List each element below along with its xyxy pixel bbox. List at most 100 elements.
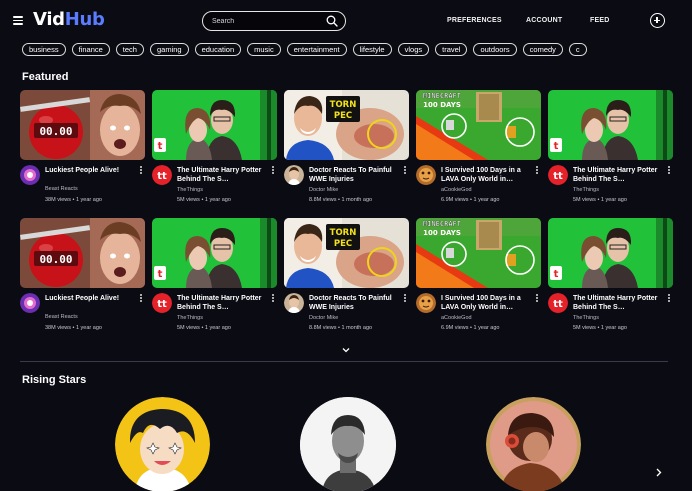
category-chip-comedy[interactable]: comedy — [522, 43, 563, 56]
channel-name[interactable]: TheThings — [573, 315, 599, 321]
kebab-icon[interactable] — [271, 166, 275, 176]
video-thumbnail[interactable]: MINECRAFT 100 DAYS — [416, 90, 541, 160]
kebab-icon[interactable] — [667, 166, 671, 176]
channel-avatar[interactable]: tt — [152, 293, 172, 313]
video-title[interactable]: The Ultimate Harry Potter Behind The S… — [177, 294, 269, 312]
channel-avatar[interactable]: tt — [548, 165, 568, 185]
video-card[interactable]: MINECRAFT 100 DAYS I Survived 100 Days i… — [416, 218, 541, 338]
video-thumbnail[interactable]: t — [548, 90, 673, 160]
channel-avatar[interactable]: tt — [548, 293, 568, 313]
category-chip-finance[interactable]: finance — [71, 43, 110, 56]
channel-name[interactable]: TheThings — [177, 315, 203, 321]
category-chip-c[interactable]: c — [568, 43, 587, 56]
svg-text:t: t — [554, 141, 559, 152]
channel-avatar[interactable] — [416, 165, 436, 185]
channel-avatar[interactable] — [416, 293, 436, 313]
category-chip-business[interactable]: business — [22, 43, 66, 56]
video-thumbnail[interactable]: t — [152, 218, 277, 288]
search-input[interactable] — [212, 14, 322, 28]
video-thumbnail[interactable]: t — [152, 90, 277, 160]
category-chip-music[interactable]: music — [247, 43, 281, 56]
channel-avatar[interactable] — [20, 165, 40, 185]
video-meta: 6.9M views • 1 year ago — [441, 197, 500, 203]
category-chip-gaming[interactable]: gaming — [149, 43, 189, 56]
thumb-badge-line1: TORN — [330, 228, 357, 238]
kebab-icon[interactable] — [403, 166, 407, 176]
video-meta: 38M views • 1 year ago — [45, 325, 102, 331]
video-title[interactable]: Luckiest People Alive! — [45, 294, 137, 303]
creator-avatar-lofi-girl[interactable] — [486, 397, 581, 491]
chevron-down-icon[interactable] — [341, 346, 351, 354]
kebab-icon[interactable] — [535, 166, 539, 176]
plus-circle-icon[interactable] — [650, 13, 665, 28]
video-title[interactable]: Doctor Reacts To Painful WWE Injuries — [309, 166, 401, 184]
video-meta: 38M views • 1 year ago — [45, 197, 102, 203]
video-thumbnail[interactable]: 00.00 — [20, 218, 145, 288]
channel-name[interactable]: Beast Reacts — [45, 314, 78, 320]
video-card[interactable]: MINECRAFT 100 DAYS I Survived 100 Days i… — [416, 90, 541, 210]
thumb-days-text: 100 DAYS — [423, 229, 461, 237]
video-card[interactable]: 00.00 Luckiest People Alive! Beast React… — [20, 90, 145, 210]
kebab-icon[interactable] — [139, 294, 143, 304]
video-card[interactable]: TORN PEC Doctor Reacts To Painful WWE In… — [284, 218, 409, 338]
channel-name[interactable]: Doctor Mike — [309, 187, 338, 193]
nav-feed[interactable]: FEED — [590, 17, 609, 24]
video-card[interactable]: 00.00 Luckiest People Alive! Beast React… — [20, 218, 145, 338]
channel-avatar[interactable] — [284, 165, 304, 185]
video-meta: 5M views • 1 year ago — [177, 197, 231, 203]
video-title[interactable]: Luckiest People Alive! — [45, 166, 137, 175]
video-thumbnail[interactable]: t — [548, 218, 673, 288]
video-card[interactable]: t tt The Ultimate Harry Potter Behind Th… — [152, 90, 277, 210]
video-card[interactable]: t tt The Ultimate Harry Potter Behind Th… — [152, 218, 277, 338]
nav-account[interactable]: ACCOUNT — [526, 17, 562, 24]
top-bar: VidHub PREFERENCES ACCOUNT FEED — [0, 0, 692, 40]
kebab-icon[interactable] — [403, 294, 407, 304]
channel-name[interactable]: TheThings — [573, 187, 599, 193]
video-card[interactable]: t tt The Ultimate Harry Potter Behind Th… — [548, 90, 673, 210]
video-title[interactable]: I Survived 100 Days in a LAVA Only World… — [441, 166, 533, 184]
svg-text:t: t — [554, 269, 559, 280]
hamburger-menu-icon[interactable] — [13, 16, 23, 25]
category-chip-travel[interactable]: travel — [435, 43, 468, 56]
featured-title: Featured — [22, 71, 69, 83]
category-chip-tech[interactable]: tech — [115, 43, 144, 56]
video-title[interactable]: The Ultimate Harry Potter Behind The S… — [177, 166, 269, 184]
video-card[interactable]: TORN PEC Doctor Reacts To Painful WWE In… — [284, 90, 409, 210]
category-chip-lifestyle[interactable]: lifestyle — [352, 43, 392, 56]
channel-avatar[interactable] — [284, 293, 304, 313]
nav-preferences[interactable]: PREFERENCES — [447, 17, 502, 24]
chevron-right-icon[interactable] — [655, 467, 662, 478]
video-title[interactable]: The Ultimate Harry Potter Behind The S… — [573, 166, 665, 184]
search-icon[interactable] — [326, 15, 338, 27]
kebab-icon[interactable] — [535, 294, 539, 304]
creator-avatar-anime-boy[interactable] — [115, 397, 210, 491]
channel-name[interactable]: aCookieGod — [441, 315, 472, 321]
kebab-icon[interactable] — [667, 294, 671, 304]
kebab-icon[interactable] — [139, 166, 143, 176]
channel-name[interactable]: TheThings — [177, 187, 203, 193]
video-card[interactable]: t tt The Ultimate Harry Potter Behind Th… — [548, 218, 673, 338]
category-chip-vlogs[interactable]: vlogs — [397, 43, 430, 56]
video-title[interactable]: I Survived 100 Days in a LAVA Only World… — [441, 294, 533, 312]
category-chips: business finance tech gaming education music e… — [22, 43, 672, 57]
channel-avatar[interactable] — [20, 293, 40, 313]
video-thumbnail[interactable]: MINECRAFT 100 DAYS — [416, 218, 541, 288]
channel-name[interactable]: aCookieGod — [441, 187, 472, 193]
channel-name[interactable]: Beast Reacts — [45, 186, 78, 192]
logo[interactable]: VidHub — [33, 9, 105, 30]
kebab-icon[interactable] — [271, 294, 275, 304]
creator-avatar-bw-portrait[interactable] — [300, 397, 396, 491]
category-chip-entertainment[interactable]: entertainment — [286, 43, 347, 56]
video-thumbnail[interactable]: 00.00 — [20, 90, 145, 160]
svg-text:tt: tt — [553, 171, 563, 182]
thumb-minecraft-logo: MINECRAFT — [423, 92, 461, 100]
svg-text:tt: tt — [157, 171, 167, 182]
video-title[interactable]: Doctor Reacts To Painful WWE Injuries — [309, 294, 401, 312]
video-thumbnail[interactable]: TORN PEC — [284, 218, 409, 288]
channel-name[interactable]: Doctor Mike — [309, 315, 338, 321]
video-title[interactable]: The Ultimate Harry Potter Behind The S… — [573, 294, 665, 312]
category-chip-education[interactable]: education — [194, 43, 242, 56]
channel-avatar[interactable]: tt — [152, 165, 172, 185]
category-chip-outdoors[interactable]: outdoors — [473, 43, 517, 56]
video-thumbnail[interactable]: TORN PEC — [284, 90, 409, 160]
